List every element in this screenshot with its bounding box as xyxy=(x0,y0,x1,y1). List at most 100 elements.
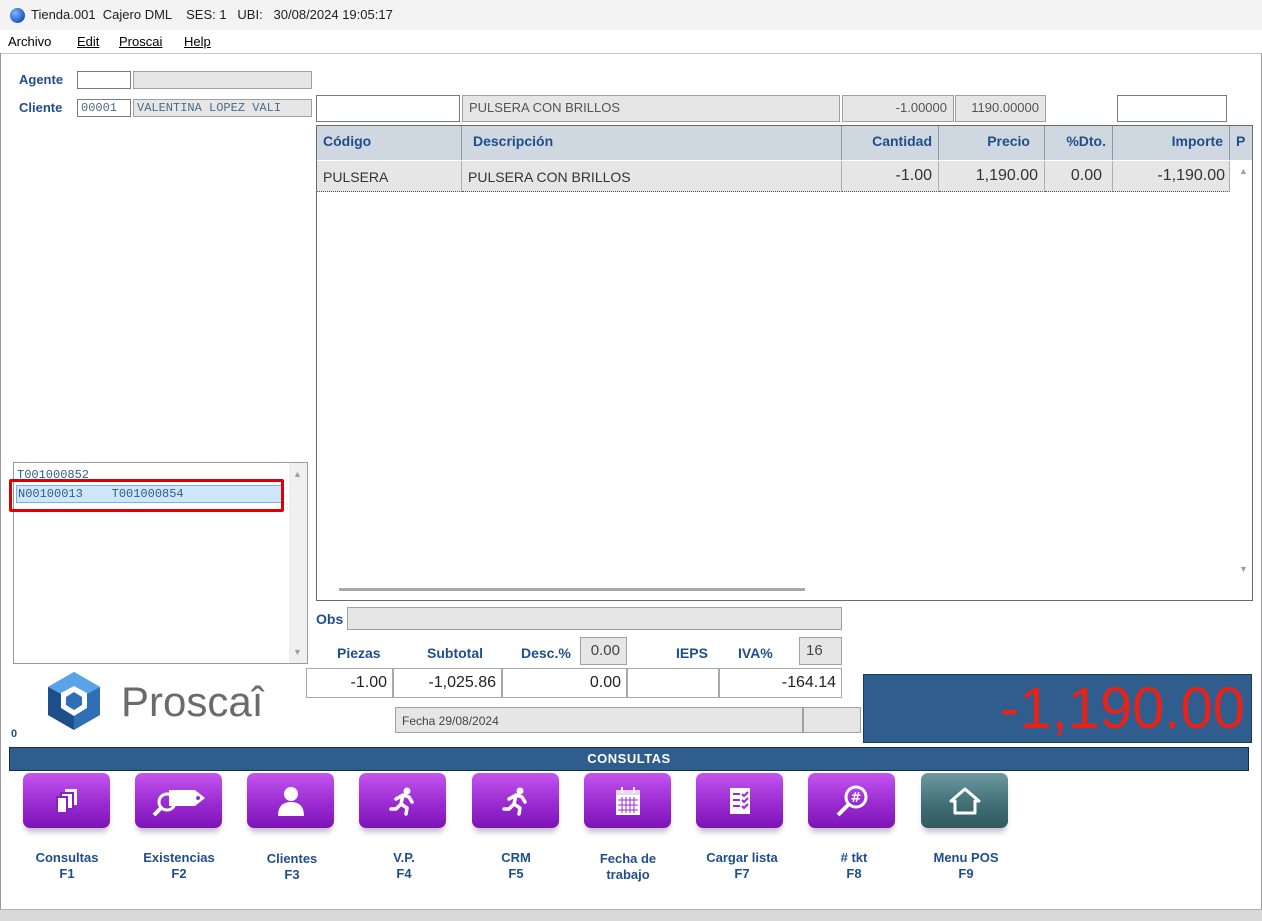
consultas-title-bar: CONSULTAS xyxy=(9,747,1249,771)
consultas-button-label: Consultas F1 xyxy=(12,850,122,882)
calendar-icon xyxy=(615,786,640,815)
column-header-descripcion[interactable]: Descripción xyxy=(462,126,842,160)
iva-percent-field[interactable]: 16 xyxy=(799,637,842,665)
status-strip xyxy=(0,909,1262,921)
fecha-extra-field xyxy=(803,707,861,733)
crm-button[interactable] xyxy=(472,773,559,828)
label-line2: F2 xyxy=(171,866,187,881)
existencias-button[interactable] xyxy=(135,773,222,828)
label-line1: CRM xyxy=(501,850,531,865)
grid-scroll-up-icon[interactable]: ▲ xyxy=(1239,166,1248,176)
menu-bar: Archivo Edit Proscai Help xyxy=(0,31,1262,54)
piezas-label: Piezas xyxy=(337,645,381,661)
cargar-lista-button[interactable] xyxy=(696,773,783,828)
column-header-dto[interactable]: %Dto. xyxy=(1045,126,1113,160)
person-icon xyxy=(277,786,304,816)
window-title: Tienda.001 Cajero DML SES: 1 UBI: 30/08/… xyxy=(31,7,393,22)
price-tag-search-icon xyxy=(152,789,205,816)
scroll-up-icon[interactable]: ▲ xyxy=(293,469,302,479)
crm-button-label: CRM F5 xyxy=(461,850,571,882)
subtotal-value: -1,025.86 xyxy=(393,668,502,698)
cliente-name-field: VALENTINA LOPEZ VALI xyxy=(133,99,312,117)
hash-search-icon: # xyxy=(836,785,867,816)
app-globe-icon xyxy=(10,8,25,23)
obs-label: Obs xyxy=(316,611,344,627)
iva-label: IVA% xyxy=(738,645,773,661)
entry-descripcion-field: PULSERA CON BRILLOS xyxy=(462,95,840,122)
grid-horizontal-scrollbar[interactable] xyxy=(339,588,805,591)
numero-tkt-button[interactable]: # xyxy=(808,773,895,828)
column-header-p[interactable]: P xyxy=(1230,126,1252,160)
column-header-codigo[interactable]: Código xyxy=(317,126,462,160)
obs-field[interactable] xyxy=(347,607,842,630)
clientes-button-label: Clientes F3 xyxy=(237,851,347,883)
piezas-value: -1.00 xyxy=(306,668,393,698)
vp-button[interactable] xyxy=(359,773,446,828)
counter-value: 0 xyxy=(11,728,18,740)
label-line2: F8 xyxy=(846,866,862,881)
cargar-lista-button-label: Cargar lista F7 xyxy=(687,850,797,882)
ieps-value xyxy=(627,668,719,698)
desc-label: Desc.% xyxy=(521,645,571,661)
cliente-label: Cliente xyxy=(19,100,63,115)
home-icon xyxy=(949,787,980,814)
selection-highlight-box xyxy=(9,479,284,512)
label-line2: F4 xyxy=(396,866,412,881)
grid-scroll-down-icon[interactable]: ▼ xyxy=(1239,564,1248,574)
scroll-down-icon[interactable]: ▼ xyxy=(293,647,302,657)
column-header-cantidad[interactable]: Cantidad xyxy=(842,126,939,160)
desc-percent-field[interactable]: 0.00 xyxy=(580,637,627,665)
vp-button-label: V.P. F4 xyxy=(349,850,459,882)
label-line2: F5 xyxy=(508,866,524,881)
cell-dto: 0.00 xyxy=(1045,161,1113,192)
ticket-list-scrollbar[interactable]: ▲ ▼ xyxy=(289,463,307,663)
menu-proscai[interactable]: Proscai xyxy=(119,34,162,49)
svg-text:#: # xyxy=(850,791,861,806)
ieps-label: IEPS xyxy=(676,645,708,661)
total-display: -1,190.00 xyxy=(863,674,1252,743)
label-line2: F9 xyxy=(958,866,974,881)
label-line2: trabajo xyxy=(606,867,650,882)
entry-precio-field: 1190.00000 xyxy=(955,95,1046,122)
checklist-icon xyxy=(729,787,750,814)
cliente-code-field[interactable]: 00001 xyxy=(77,99,131,117)
grid-vertical-scrollbar[interactable]: ▲ ▼ xyxy=(1235,160,1252,580)
descuento-value: 0.00 xyxy=(502,668,627,698)
fecha-trabajo-button-label: Fecha de trabajo xyxy=(573,851,683,883)
title-bar: Tienda.001 Cajero DML SES: 1 UBI: 30/08/… xyxy=(0,0,1262,30)
menu-help-label: Help xyxy=(184,34,211,49)
items-grid[interactable]: Código Descripción Cantidad Precio %Dto.… xyxy=(316,125,1253,601)
fecha-trabajo-button[interactable] xyxy=(584,773,671,828)
label-line2: F1 xyxy=(59,866,75,881)
label-line2: F3 xyxy=(284,867,300,882)
consultas-button[interactable] xyxy=(23,773,110,828)
menu-pos-button[interactable] xyxy=(921,773,1008,828)
proscai-logo-icon xyxy=(44,670,104,732)
label-line1: Menu POS xyxy=(933,850,999,865)
documents-icon xyxy=(55,788,77,814)
label-line1: Fecha de xyxy=(599,851,657,866)
column-header-importe[interactable]: Importe xyxy=(1113,126,1230,160)
subtotal-label: Subtotal xyxy=(427,645,483,661)
agente-code-field[interactable] xyxy=(77,71,131,89)
menu-help[interactable]: Help xyxy=(184,34,211,49)
label-line1: Cargar lista xyxy=(706,850,778,865)
cell-descripcion: PULSERA CON BRILLOS xyxy=(462,161,842,192)
label-line1: # tkt xyxy=(840,850,868,865)
menu-proscai-label: Proscai xyxy=(119,34,163,49)
running-person-icon xyxy=(501,787,527,816)
numero-tkt-button-label: # tkt F8 xyxy=(799,850,909,882)
entry-extra-field[interactable] xyxy=(1117,95,1227,122)
menu-edit[interactable]: Edit xyxy=(77,34,99,49)
column-header-precio[interactable]: Precio xyxy=(939,126,1045,160)
fecha-field: Fecha 29/08/2024 xyxy=(395,707,803,733)
label-line2: F7 xyxy=(734,866,750,881)
cell-precio: 1,190.00 xyxy=(939,161,1045,192)
agente-label: Agente xyxy=(19,72,64,87)
label-line1: Consultas xyxy=(35,850,99,865)
entry-codigo-field[interactable] xyxy=(316,95,460,122)
entry-cantidad-field: -1.00000 xyxy=(842,95,954,122)
menu-archivo[interactable]: Archivo xyxy=(8,34,51,49)
clientes-button[interactable] xyxy=(247,773,334,828)
cell-codigo: PULSERA xyxy=(317,161,462,192)
